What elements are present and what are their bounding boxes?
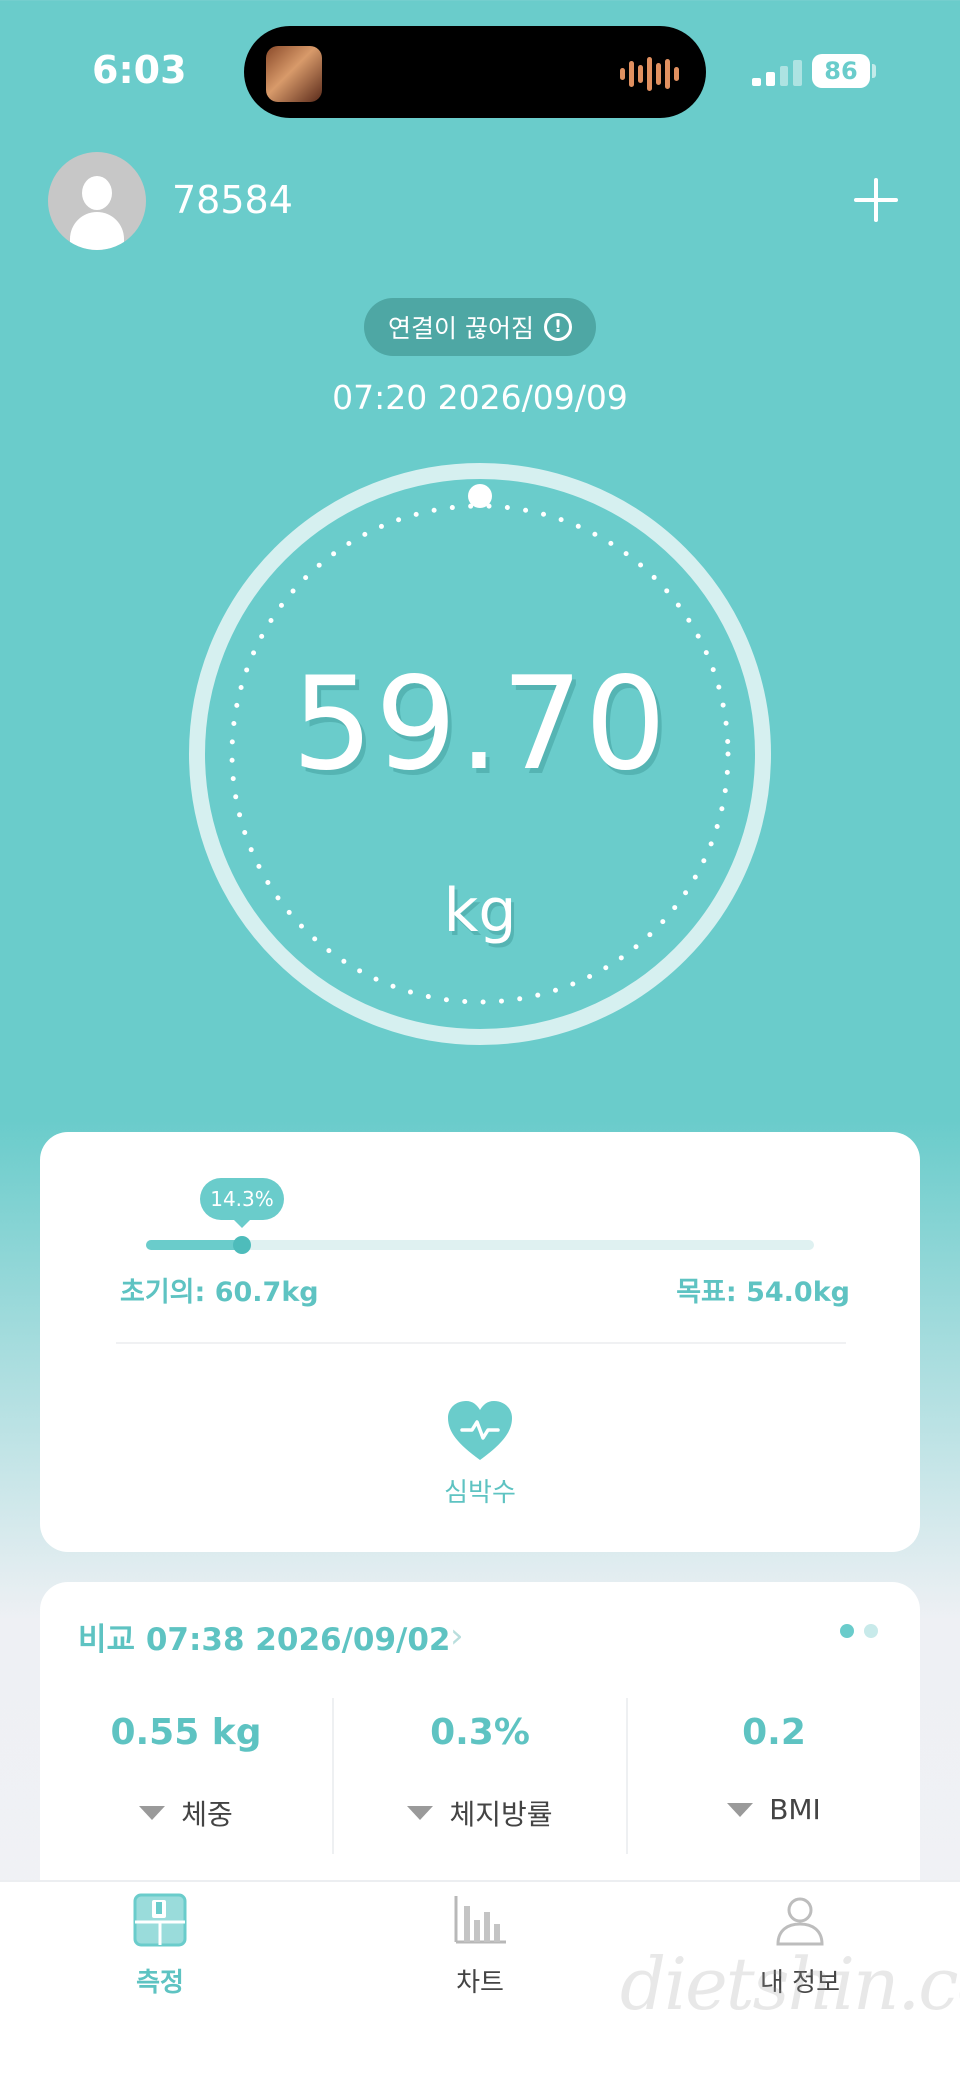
- compare-title[interactable]: 비교 07:38 2026/09/02: [78, 1614, 451, 1659]
- stat-label-row: 체중: [40, 1793, 332, 1833]
- now-playing-artwork: [266, 46, 322, 102]
- goal-progress-knob: [232, 1236, 251, 1254]
- bar-chart-icon: [454, 1896, 506, 1944]
- tab-label: 측정: [136, 1968, 184, 1998]
- info-icon: !: [543, 313, 572, 341]
- goal-weight-label: 목표: 54.0kg: [676, 1277, 850, 1308]
- weight-unit: kg: [443, 876, 517, 946]
- tab-measure[interactable]: 측정: [60, 1892, 260, 2002]
- connection-status-pill[interactable]: 연결이 끊어짐 !: [364, 298, 596, 356]
- add-icon[interactable]: [852, 176, 900, 224]
- stat-label: 체중: [181, 1798, 233, 1831]
- connection-status-text: 연결이 끊어짐: [388, 314, 534, 343]
- user-id[interactable]: 78584: [172, 178, 293, 222]
- page-indicator: [840, 1624, 878, 1638]
- page-dot-active: [840, 1624, 854, 1638]
- user-icon: [776, 1897, 824, 1946]
- stat-label-row: 체지방률: [334, 1793, 626, 1833]
- stat-label: 체지방률: [449, 1798, 553, 1831]
- battery-tip: [872, 64, 876, 78]
- stat-weight: 0.55 kg 체중: [40, 1690, 332, 1860]
- progress-bubble-tail: [232, 1218, 252, 1228]
- avatar-head: [82, 176, 112, 210]
- stat-body-fat: 0.3% 체지방률: [334, 1690, 626, 1860]
- watermark-logo: dietshin.com: [620, 1942, 960, 2026]
- triangle-down-icon: [139, 1806, 166, 1820]
- heart-rate-icon[interactable]: [446, 1400, 514, 1462]
- avatar-shoulders: [70, 212, 124, 250]
- progress-percent-bubble: 14.3%: [200, 1178, 284, 1220]
- battery-icon: 86: [812, 54, 870, 88]
- audio-waveform-icon: [620, 56, 680, 92]
- goal-progress-track: [146, 1236, 814, 1254]
- measurement-datetime: 07:20 2026/09/09: [332, 378, 628, 417]
- cellular-signal-icon: [752, 58, 802, 86]
- triangle-down-icon: [727, 1802, 754, 1817]
- goal-progress-fill: [146, 1240, 242, 1250]
- stat-bmi: 0.2 BMI: [628, 1690, 920, 1860]
- dynamic-island[interactable]: [244, 26, 706, 118]
- card-divider: [116, 1342, 846, 1344]
- stat-value: 0.3%: [430, 1712, 530, 1753]
- status-time: 6:03: [92, 48, 187, 92]
- scale-icon: [133, 1893, 187, 1947]
- stat-value: 0.2: [742, 1712, 806, 1753]
- page-dot: [864, 1624, 878, 1638]
- gauge-indicator-dot: [468, 484, 492, 508]
- initial-weight-label: 초기의: 60.7kg: [120, 1277, 319, 1308]
- triangle-down-icon: [407, 1806, 434, 1820]
- heart-rate-label[interactable]: 심박수: [0, 1472, 960, 1509]
- tab-chart[interactable]: 차트: [380, 1892, 580, 2002]
- weight-value: 59.70: [291, 650, 669, 799]
- stat-label: BMI: [769, 1793, 821, 1826]
- tab-label: 차트: [456, 1968, 504, 1998]
- chevron-right-icon[interactable]: ›: [450, 1616, 464, 1656]
- avatar[interactable]: [48, 152, 146, 250]
- stat-label-row: BMI: [628, 1793, 920, 1826]
- stat-value: 0.55 kg: [110, 1712, 262, 1753]
